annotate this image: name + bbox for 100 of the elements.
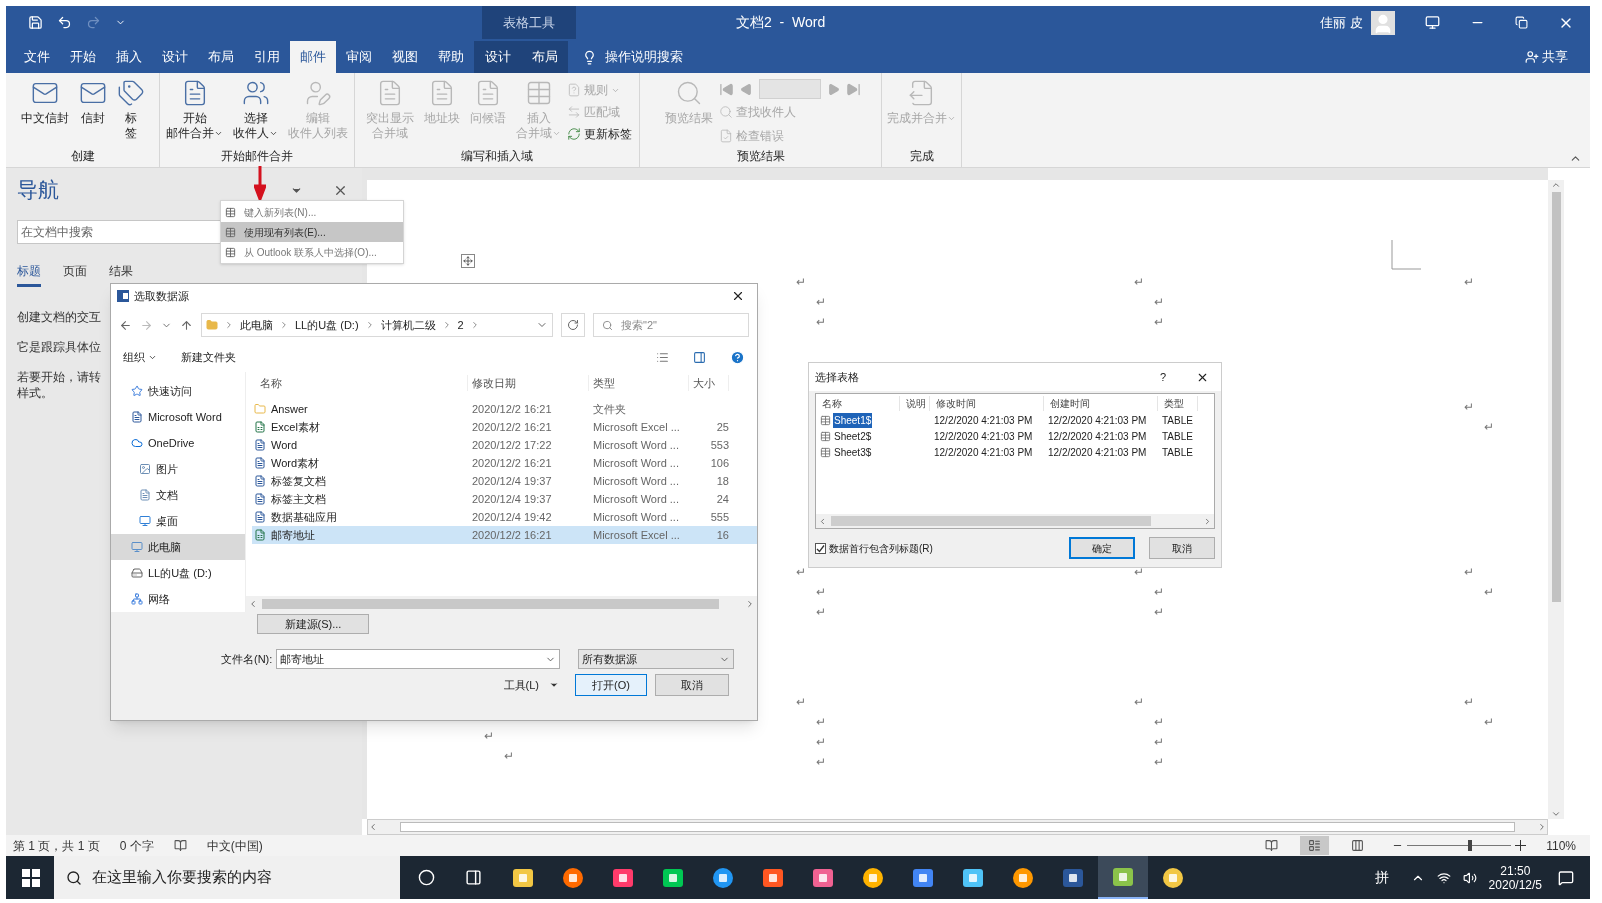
column-header[interactable]: 修改时间 — [930, 395, 1044, 411]
scroll-right-icon[interactable] — [1203, 516, 1212, 526]
scroll-right-icon[interactable] — [745, 599, 755, 609]
zoom-level[interactable]: 110% — [1546, 836, 1590, 855]
avatar[interactable] — [1371, 10, 1395, 35]
notifications-icon[interactable] — [1558, 869, 1574, 886]
ribbon-button[interactable]: 信封 — [74, 77, 111, 126]
ribbon-tab[interactable]: 视图 — [382, 41, 428, 73]
input-method-indicator[interactable]: 拼 — [1374, 867, 1389, 888]
column-header[interactable]: 创建时间 — [1044, 395, 1158, 411]
network-icon[interactable] — [1436, 870, 1451, 885]
file-row[interactable]: Answer 2020/12/2 16:21 文件夹 — [252, 400, 757, 418]
column-header[interactable]: 大小 — [689, 374, 729, 392]
file-row[interactable]: Excel素材 2020/12/2 16:21 Microsoft Excel ... 25 — [252, 418, 757, 436]
sidebar-item[interactable]: 桌面 — [111, 508, 245, 534]
ribbon-button[interactable]: 标 签 — [112, 77, 149, 141]
view-options-icon[interactable] — [656, 350, 669, 364]
ribbon-tab[interactable]: 设计 — [152, 41, 198, 73]
ribbon-tab[interactable]: 设计 — [474, 41, 521, 73]
ribbon-tab[interactable]: 布局 — [521, 41, 568, 73]
column-header[interactable]: 说明 — [900, 395, 930, 411]
tools-button[interactable]: 工具(L) — [503, 676, 559, 694]
undo-icon[interactable] — [57, 15, 72, 30]
volume-icon[interactable] — [1462, 870, 1477, 885]
up-icon[interactable] — [180, 318, 193, 332]
task-view-icon[interactable] — [465, 869, 482, 886]
cortana-icon[interactable] — [418, 869, 435, 886]
open-button[interactable]: 打开(O) — [575, 674, 647, 696]
preview-pane-icon[interactable] — [693, 350, 706, 364]
search-field[interactable]: 搜索"2" — [593, 313, 749, 337]
scroll-down-icon[interactable] — [1551, 809, 1561, 819]
toolbar-button[interactable]: 组织 — [123, 348, 157, 366]
breadcrumb[interactable]: 此电脑 — [240, 316, 273, 334]
scroll-left-icon[interactable] — [248, 599, 258, 609]
sidebar-item[interactable]: 图片 — [111, 456, 245, 482]
scroll-left-icon[interactable] — [368, 822, 378, 832]
sidebar-item[interactable]: 文档 — [111, 482, 245, 508]
file-row[interactable]: Word 2020/12/2 17:22 Microsoft Word ... 553 — [252, 436, 757, 454]
help-button[interactable]: ? — [1159, 368, 1166, 386]
ribbon-tab[interactable]: 邮件 — [290, 41, 336, 73]
table-move-handle[interactable] — [461, 254, 475, 268]
file-row[interactable]: 数据基础应用 2020/12/4 19:42 Microsoft Word ... 555 — [252, 508, 757, 526]
file-type-dropdown[interactable]: 所有数据源 — [578, 649, 735, 669]
nav-tab[interactable]: 页面 — [63, 262, 87, 287]
ribbon-tab[interactable]: 审阅 — [336, 41, 382, 73]
column-header[interactable]: 修改日期 — [468, 374, 589, 392]
sidebar-item[interactable]: 网络 — [111, 586, 245, 612]
restore-icon[interactable] — [1515, 16, 1528, 29]
breadcrumb[interactable]: 计算机二级 — [380, 316, 436, 334]
file-row[interactable]: Word素材 2020/12/2 16:21 Microsoft Word ... 106 — [252, 454, 757, 472]
cancel-button[interactable]: 取消 — [1149, 537, 1215, 559]
checkbox[interactable] — [815, 542, 826, 554]
nav-tab[interactable]: 标题 — [17, 262, 41, 287]
table-name[interactable]: Sheet1$ — [833, 412, 873, 428]
column-header[interactable]: 名称 — [246, 374, 468, 392]
filename-field[interactable]: 邮寄地址 — [276, 649, 561, 669]
refresh-button[interactable] — [561, 313, 585, 337]
breadcrumb[interactable]: 2 — [457, 316, 464, 334]
ribbon-tab[interactable]: 开始 — [60, 41, 106, 73]
menu-item[interactable]: 使用现有列表(E)... — [221, 222, 403, 242]
ribbon-button[interactable]: 中文信封 — [16, 77, 73, 126]
cancel-button[interactable]: 取消 — [655, 674, 729, 696]
column-header[interactable]: 类型 — [1158, 395, 1198, 411]
print-layout-icon[interactable] — [1300, 836, 1330, 855]
sidebar-item[interactable]: OneDrive — [111, 430, 245, 456]
ok-button[interactable]: 确定 — [1069, 537, 1135, 559]
horizontal-scrollbar[interactable] — [246, 596, 757, 612]
close-icon[interactable] — [731, 289, 745, 303]
breadcrumb[interactable]: LL的U盘 (D:) — [295, 316, 359, 334]
sidebar-item[interactable]: 快速访问 — [111, 378, 245, 404]
ribbon-tab[interactable]: 插入 — [106, 41, 152, 73]
toolbar-button[interactable]: 新建文件夹 — [181, 348, 236, 366]
zoom-slider-thumb[interactable] — [1467, 840, 1472, 851]
taskbar-search-field[interactable]: 在这里输入你要搜索的内容 — [54, 856, 400, 899]
table-name[interactable]: Sheet3$ — [833, 444, 873, 460]
clock-time[interactable]: 21:50 — [1500, 863, 1531, 878]
sidebar-item[interactable]: 此电脑 — [111, 534, 245, 560]
back-icon[interactable] — [119, 318, 132, 332]
file-row[interactable]: 标签主文档 2020/12/4 19:37 Microsoft Word ... 24 — [252, 490, 757, 508]
save-icon[interactable] — [28, 15, 43, 30]
share-button[interactable]: 共享 — [1525, 41, 1590, 73]
sidebar-item[interactable]: Microsoft Word — [111, 404, 245, 430]
zoom-in-icon[interactable] — [1515, 840, 1527, 851]
sidebar-item[interactable]: LL的U盘 (D:) — [111, 560, 245, 586]
nav-tab[interactable]: 结果 — [109, 262, 133, 287]
horizontal-scrollbar[interactable] — [367, 819, 1548, 835]
menu-item[interactable]: 键入新列表(N)... — [221, 202, 403, 222]
ribbon-tab[interactable]: 帮助 — [428, 41, 474, 73]
ribbon-button[interactable]: 选择 收件人 — [229, 77, 282, 141]
table-name[interactable]: Sheet2$ — [833, 428, 873, 444]
zoom-slider[interactable] — [1407, 840, 1512, 851]
tell-me-search[interactable]: 操作说明搜索 — [605, 47, 683, 67]
scroll-right-icon[interactable] — [1537, 822, 1547, 832]
file-row[interactable]: 邮寄地址 2020/12/2 16:21 Microsoft Excel ... 16 — [252, 526, 757, 544]
help-icon[interactable] — [730, 349, 745, 365]
header-row-checkbox[interactable]: 数据首行包含列标题(R) — [815, 540, 933, 556]
ribbon-tab[interactable]: 布局 — [198, 41, 244, 73]
horizontal-scrollbar[interactable] — [816, 514, 1214, 528]
column-header[interactable]: 名称 — [816, 395, 900, 411]
ribbon-display-icon[interactable] — [1425, 15, 1440, 30]
